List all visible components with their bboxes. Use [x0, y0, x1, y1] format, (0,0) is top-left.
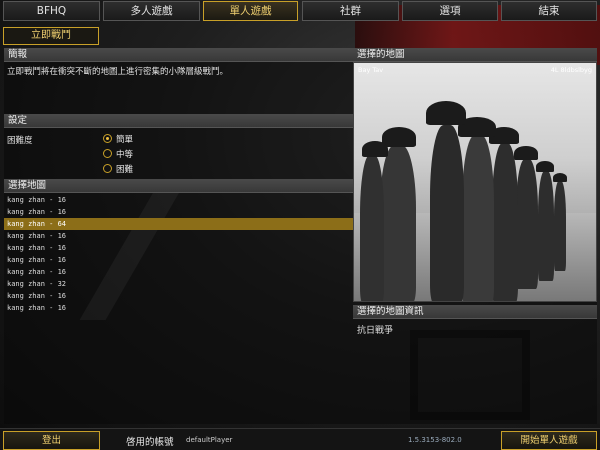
difficulty-label: 困難度 — [7, 136, 33, 146]
preview-heading: 選擇的地圖 — [353, 48, 597, 62]
soldier-figure — [462, 135, 494, 301]
map-preview-image: Bay Tav 4L 8ldbslbyg — [353, 62, 597, 302]
account-label: 啓用的帳號 — [126, 437, 174, 448]
difficulty-option-easy[interactable]: 簡單 — [103, 133, 133, 145]
map-list: kang zhan - 16 kang zhan - 16 kang zhan … — [4, 194, 353, 314]
helmet-shape — [426, 101, 466, 125]
soldier-figure — [554, 181, 566, 271]
soldier-figure — [430, 125, 464, 301]
radio-icon — [103, 149, 112, 158]
helmet-shape — [382, 127, 416, 147]
soldier-figure — [492, 143, 518, 301]
map-list-item[interactable]: kang zhan - 16 — [4, 302, 353, 314]
settings-heading: 設定 — [4, 114, 353, 128]
map-info-heading: 選擇的地圖資訊 — [353, 305, 597, 319]
map-list-item[interactable]: kang zhan - 16 — [4, 194, 353, 206]
map-list-item[interactable]: kang zhan - 16 — [4, 206, 353, 218]
helmet-shape — [514, 146, 538, 160]
helmet-shape — [362, 141, 388, 157]
nav-quit[interactable]: 結束 — [501, 1, 597, 21]
map-list-item[interactable]: kang zhan - 32 — [4, 278, 353, 290]
helmet-shape — [553, 173, 567, 182]
map-list-item-selected[interactable]: kang zhan - 64 — [4, 218, 353, 230]
soldier-figure — [538, 171, 554, 281]
map-list-item[interactable]: kang zhan - 16 — [4, 254, 353, 266]
radio-icon — [103, 164, 112, 173]
brief-text: 立即戰鬥將在衝突不斷的地圖上進行密集的小隊層級戰鬥。 — [7, 67, 229, 77]
nav-multiplayer[interactable]: 多人遊戲 — [103, 1, 200, 21]
preview-overlay-right: 4L 8ldbslbyg — [550, 66, 592, 74]
preview-overlay-left: Bay Tav — [358, 66, 384, 74]
nav-options[interactable]: 選項 — [402, 1, 498, 21]
nav-singleplayer[interactable]: 單人遊戲 — [203, 1, 298, 21]
soldier-figure — [516, 159, 538, 289]
map-select-heading: 選擇地圖 — [4, 179, 353, 193]
version-text: 1.5.3153-802.0 — [408, 436, 462, 444]
nav-bfhq[interactable]: BFHQ — [3, 1, 100, 21]
tab-instant-battle[interactable]: 立即戰鬥 — [3, 27, 99, 45]
option-label: 簡單 — [116, 135, 134, 145]
option-label: 中等 — [116, 150, 134, 160]
logout-button[interactable]: 登出 — [3, 431, 100, 450]
bottom-bar: 登出 啓用的帳號 defaultPlayer 1.5.3153-802.0 開始… — [0, 428, 600, 450]
nav-community[interactable]: 社群 — [302, 1, 399, 21]
helmet-shape — [536, 161, 554, 172]
option-label: 困難 — [116, 165, 134, 175]
map-list-item[interactable]: kang zhan - 16 — [4, 230, 353, 242]
radio-selected-icon — [103, 134, 112, 143]
map-list-item[interactable]: kang zhan - 16 — [4, 266, 353, 278]
map-info-text: 抗日戰爭 — [357, 326, 394, 336]
soldier-figure — [360, 155, 384, 301]
soldier-figure — [380, 145, 416, 301]
difficulty-option-medium[interactable]: 中等 — [103, 148, 133, 160]
map-list-item[interactable]: kang zhan - 16 — [4, 290, 353, 302]
map-list-item[interactable]: kang zhan - 16 — [4, 242, 353, 254]
brief-heading: 簡報 — [4, 48, 353, 62]
start-singleplayer-button[interactable]: 開始單人遊戲 — [501, 431, 597, 450]
main-nav: BFHQ 多人遊戲 單人遊戲 社群 選項 結束 — [0, 0, 600, 22]
difficulty-option-hard[interactable]: 困難 — [103, 163, 133, 175]
account-name: defaultPlayer — [186, 436, 233, 444]
